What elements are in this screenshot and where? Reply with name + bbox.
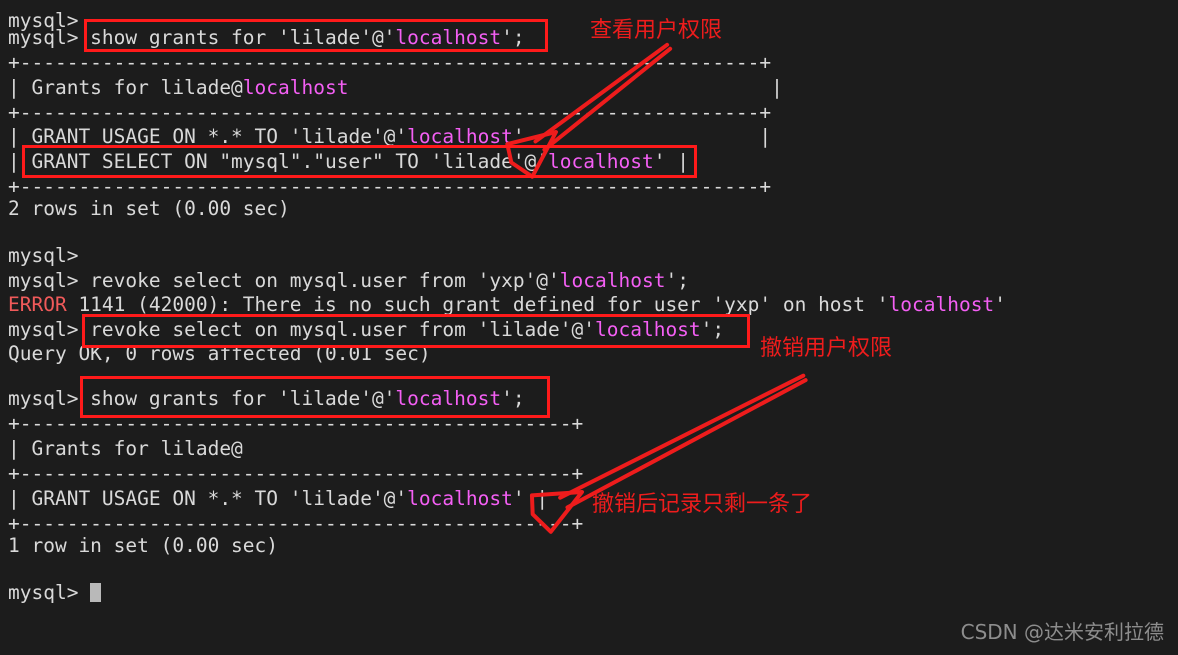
terminal-screenshot: mysql> mysql> show grants for 'lilade'@'l…: [0, 0, 1178, 655]
terminal-text: mysql>: [8, 244, 79, 267]
terminal-text: localhost: [595, 318, 701, 341]
terminal-line: mysql>: [8, 243, 78, 268]
terminal-text: ' |: [512, 487, 549, 510]
annotation-one-record-left: 撤销后记录只剩一条了: [592, 492, 813, 517]
terminal-text: mysql> show grants for 'lilade'@': [8, 387, 396, 410]
terminal-line: | Grants for lilade@: [8, 436, 243, 461]
terminal-text: | GRANT USAGE ON *.* TO 'lilade'@': [8, 125, 408, 148]
terminal-line: Query OK, 0 rows affected (0.01 sec): [8, 341, 431, 366]
terminal-cursor: [90, 583, 102, 602]
terminal-text: localhost: [395, 26, 502, 49]
terminal-text: |: [348, 76, 783, 99]
terminal-text: mysql>: [8, 581, 91, 604]
terminal-text: ';: [501, 387, 525, 410]
terminal-text: 1 row in set (0.00 sec): [8, 534, 279, 557]
terminal-text: ';: [665, 269, 689, 292]
terminal-line: | GRANT SELECT ON "mysql"."user" TO 'lil…: [8, 149, 689, 174]
terminal-line: +---------------------------------------…: [8, 50, 771, 75]
terminal-line: +---------------------------------------…: [8, 461, 583, 486]
terminal-text: +---------------------------------------…: [8, 412, 584, 435]
terminal-text: localhost: [242, 76, 349, 99]
terminal-text: ' |: [512, 125, 772, 148]
terminal-text: ': [994, 293, 1006, 316]
annotation-revoke-privileges: 撤销用户权限: [760, 336, 893, 361]
terminal-text: localhost: [548, 150, 654, 173]
terminal-line: +---------------------------------------…: [8, 100, 771, 125]
terminal-text: mysql> show grants for 'lilade'@': [8, 26, 396, 49]
terminal-line: mysql> revoke select on mysql.user from …: [8, 268, 689, 293]
terminal-line: mysql>: [8, 580, 102, 605]
terminal-text: localhost: [395, 387, 502, 410]
terminal-line: mysql> show grants for 'lilade'@'localho…: [8, 25, 525, 50]
terminal-text: +---------------------------------------…: [8, 512, 584, 535]
terminal-text: +---------------------------------------…: [8, 101, 772, 124]
annotation-view-privileges: 查看用户权限: [590, 18, 723, 43]
terminal-text: localhost: [559, 269, 666, 292]
terminal-line: ERROR 1141 (42000): There is no such gra…: [8, 292, 1006, 317]
terminal-line: mysql> revoke select on mysql.user from …: [8, 317, 724, 342]
terminal-line: | GRANT USAGE ON *.* TO 'lilade'@'localh…: [8, 486, 548, 511]
terminal-text: mysql> revoke select on mysql.user from …: [8, 269, 560, 292]
terminal-line: | Grants for lilade@localhost |: [8, 75, 783, 100]
terminal-line: mysql> show grants for 'lilade'@'localho…: [8, 386, 525, 411]
terminal-text: +---------------------------------------…: [8, 51, 772, 74]
terminal-text: | GRANT USAGE ON *.* TO 'lilade'@': [8, 487, 408, 510]
terminal-text: +---------------------------------------…: [8, 462, 584, 485]
terminal-text: | Grants for lilade@: [8, 76, 243, 99]
terminal-line: 1 row in set (0.00 sec): [8, 533, 278, 558]
terminal-text: 1141 (42000): There is no such grant def…: [66, 293, 889, 316]
terminal-text: ERROR: [8, 293, 67, 316]
terminal-text: localhost: [407, 125, 513, 148]
terminal-line: | GRANT USAGE ON *.* TO 'lilade'@'localh…: [8, 124, 771, 149]
terminal-text: 2 rows in set (0.00 sec): [8, 197, 290, 220]
terminal-text: ';: [501, 26, 525, 49]
terminal-text: Query OK, 0 rows affected (0.01 sec): [8, 342, 431, 365]
terminal-text: ' |: [653, 150, 689, 173]
terminal-line: +---------------------------------------…: [8, 411, 583, 436]
terminal-text: | GRANT SELECT ON "mysql"."user" TO 'lil…: [8, 150, 549, 173]
terminal-text: ';: [700, 318, 725, 341]
mysql-terminal[interactable]: mysql> mysql> show grants for 'lilade'@'l…: [0, 0, 1178, 655]
terminal-text: +---------------------------------------…: [8, 175, 772, 198]
terminal-text: localhost: [888, 293, 995, 316]
terminal-text: | Grants for lilade@: [8, 437, 243, 460]
terminal-line: 2 rows in set (0.00 sec): [8, 196, 290, 221]
terminal-text: mysql> revoke select on mysql.user from …: [8, 318, 595, 341]
watermark: CSDN @达米安利拉德: [960, 620, 1164, 644]
terminal-text: localhost: [407, 487, 513, 510]
